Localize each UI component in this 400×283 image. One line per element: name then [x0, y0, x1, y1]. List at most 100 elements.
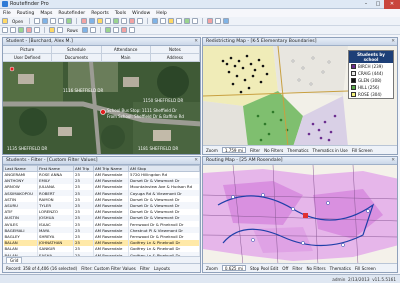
legend-item-rose[interactable]: ROSE (304): [349, 91, 393, 98]
fill-screen-button[interactable]: Fill Screen: [355, 266, 376, 271]
directions-icon[interactable]: [112, 27, 119, 33]
export-icon[interactable]: [89, 27, 96, 33]
close-icon[interactable]: ✕: [391, 39, 395, 44]
routing-panel: Routing Map - [25 AM Rosendale] ✕ Zoom 0…: [202, 156, 398, 273]
add-icon[interactable]: [18, 27, 24, 33]
menu-maps[interactable]: Maps: [40, 11, 52, 16]
layer-icon[interactable]: [192, 18, 199, 24]
redistricting-panel-header: Redistricting Map - [K-5 Elementary Boun…: [203, 38, 397, 46]
print-icon[interactable]: [42, 18, 49, 24]
separator: [29, 18, 31, 24]
zoom-input[interactable]: 0.625 mi: [221, 265, 246, 271]
legend-label: ROSE (304): [358, 92, 382, 97]
geocode-icon[interactable]: [104, 27, 111, 33]
legend-item-craig[interactable]: CRAIG (444): [349, 70, 393, 77]
address-label: 1116 SHEFFIELD DR: [63, 88, 103, 93]
back-icon[interactable]: [2, 27, 8, 33]
bus-icon[interactable]: [97, 18, 104, 24]
filter-button[interactable]: Filter: [292, 266, 302, 271]
legend-label: HILL (256): [358, 85, 380, 90]
pan-icon[interactable]: [168, 18, 175, 24]
tab-documents[interactable]: Documents: [52, 54, 102, 62]
menu-routefinder[interactable]: Routefinder: [58, 11, 85, 16]
tab-schedule[interactable]: Schedule: [52, 46, 102, 54]
tab-picture[interactable]: Picture: [3, 46, 53, 54]
forward-icon[interactable]: [10, 27, 16, 33]
window-title: Routefinder Pro: [10, 1, 49, 7]
close-icon[interactable]: ✕: [194, 39, 198, 44]
filter-status: Filter: Custom Filter Values: [81, 265, 136, 271]
open-folder-icon[interactable]: [2, 18, 8, 24]
filter-value: No Filters: [306, 265, 326, 271]
filter-icon[interactable]: [207, 18, 214, 24]
save-icon[interactable]: [34, 18, 41, 24]
filter-dropdown[interactable]: Filter: [140, 266, 150, 271]
student-aerial-map[interactable]: 1116 SHEFFIELD DR 1135 SHEFFIELD DR 1150…: [3, 62, 201, 155]
copy-icon[interactable]: [58, 18, 65, 24]
refresh-icon[interactable]: [215, 18, 222, 24]
menu-file[interactable]: File: [3, 11, 11, 16]
stop-pool-edit-value[interactable]: Off: [282, 266, 288, 271]
cut-icon[interactable]: [50, 18, 57, 24]
maximize-button[interactable]: □: [372, 0, 384, 9]
legend-item-birch[interactable]: BIRCH (239): [349, 63, 393, 70]
paste-icon[interactable]: [66, 18, 73, 24]
thematics-button[interactable]: Thematics: [287, 148, 308, 153]
thematics-button[interactable]: Thematics: [330, 266, 351, 271]
zoom-out-icon[interactable]: [160, 18, 167, 24]
rows-button[interactable]: Rows: [65, 28, 80, 33]
tab-address[interactable]: Address: [150, 54, 200, 62]
close-button[interactable]: ✕: [384, 0, 400, 9]
close-icon[interactable]: ✕: [391, 158, 395, 163]
routing-panel-header: Routing Map - [25 AM Rosendale] ✕: [203, 157, 397, 165]
settings-icon[interactable]: [128, 27, 135, 33]
fill-screen-button[interactable]: Fill Screen: [352, 148, 373, 153]
report-icon[interactable]: [137, 18, 144, 24]
find-icon[interactable]: [57, 27, 63, 33]
grid-icon[interactable]: [81, 27, 88, 33]
stop-icon[interactable]: [121, 18, 128, 24]
optimize-icon[interactable]: [120, 27, 127, 33]
redistricting-status-bar: Zoom 1.759 mi Filter No Filters Thematic…: [203, 145, 397, 154]
zoom-input[interactable]: 1.759 mi: [221, 147, 246, 153]
redistricting-panel-title: Redistricting Map - [K-5 Elementary Boun…: [206, 39, 317, 44]
route-icon[interactable]: [105, 18, 112, 24]
table-row[interactable]: ASSIMAKOPOU ROBERT 25 AM Rosendale Cayuga Rd…: [3, 190, 200, 197]
layouts-dropdown[interactable]: Layouts: [154, 266, 170, 271]
current-user: admin: [332, 276, 346, 282]
separator: [202, 18, 204, 24]
legend-item-hill[interactable]: HILL (256): [349, 84, 393, 91]
bus-stop-marker: [100, 109, 106, 115]
legend-item-glen[interactable]: GLEN (308): [349, 77, 393, 84]
tab-user-defined[interactable]: User Defined: [3, 54, 53, 62]
menu-reports[interactable]: Reports: [91, 11, 109, 16]
map-icon[interactable]: [113, 18, 120, 24]
trip-icon[interactable]: [129, 18, 136, 24]
school-icon[interactable]: [89, 18, 96, 24]
delete-icon[interactable]: [26, 27, 32, 33]
menu-routing[interactable]: Routing: [17, 11, 35, 16]
minimize-button[interactable]: –: [360, 0, 372, 9]
filter-button[interactable]: Filter: [250, 148, 260, 153]
table-cell: Mountainview Ave & Hudson Rd: [128, 183, 200, 191]
routing-map[interactable]: [203, 165, 398, 265]
measure-icon[interactable]: [184, 18, 191, 24]
district-craig: [273, 46, 348, 96]
student-icon[interactable]: [81, 18, 88, 24]
school-marker: [303, 213, 308, 218]
tab-main[interactable]: Main: [101, 54, 151, 62]
app-icon: [2, 1, 8, 7]
menu-help[interactable]: Help: [156, 11, 166, 16]
menu-window[interactable]: Window: [132, 11, 150, 16]
sort-icon[interactable]: [49, 27, 55, 33]
tab-notes[interactable]: Notes: [150, 46, 200, 54]
open-button[interactable]: Open: [10, 19, 25, 24]
close-icon[interactable]: ✕: [194, 158, 198, 163]
help-icon[interactable]: [223, 18, 230, 24]
tab-attendance[interactable]: Attendance: [101, 46, 151, 54]
menu-tools[interactable]: Tools: [115, 11, 126, 16]
zoom-in-icon[interactable]: [152, 18, 159, 24]
select-icon[interactable]: [176, 18, 183, 24]
edit-icon[interactable]: [34, 27, 40, 33]
menu-bar: File Routing Maps Routefinder Reports To…: [0, 9, 400, 17]
